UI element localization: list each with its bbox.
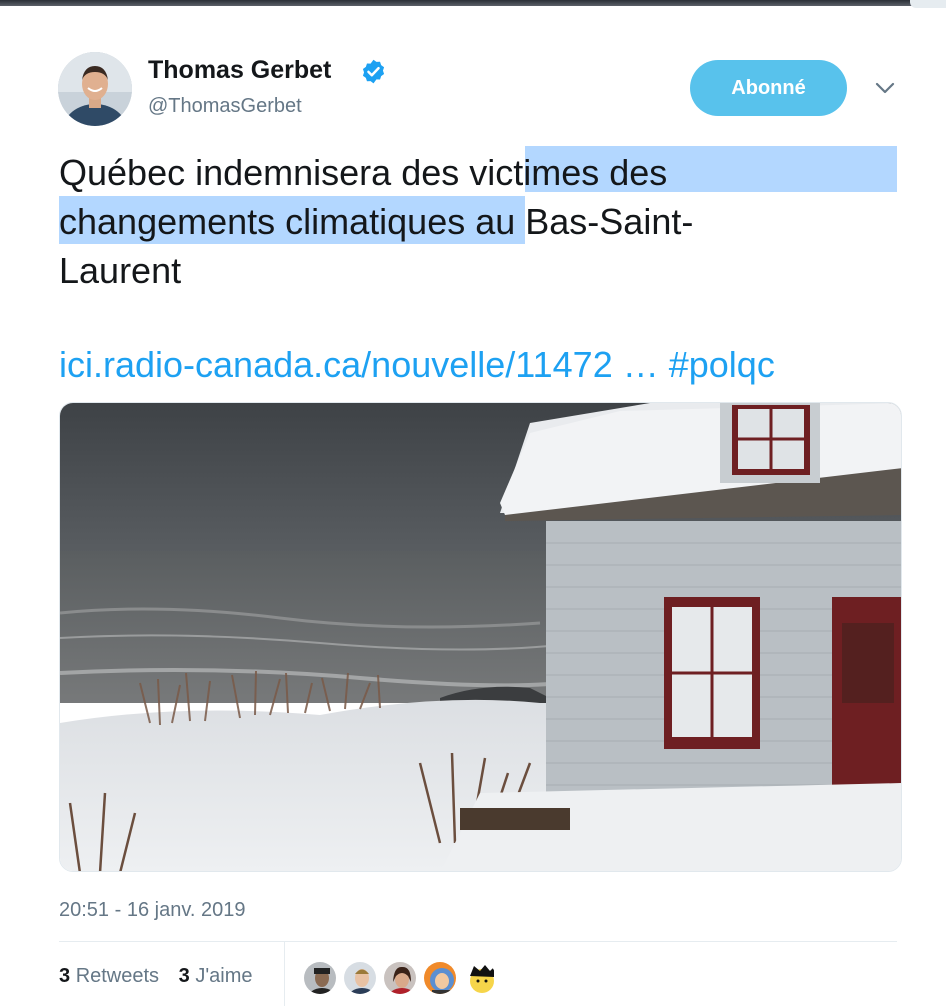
liker-avatar[interactable]	[462, 960, 498, 996]
chevron-down-icon[interactable]	[874, 80, 896, 96]
liker-avatar[interactable]	[382, 960, 418, 996]
author-name[interactable]: Thomas Gerbet	[148, 56, 331, 85]
tweet-card: Thomas Gerbet @ThomasGerbet Abonné Québe…	[0, 6, 946, 1006]
retweets-label: Retweets	[75, 965, 160, 987]
retweets-count: 3	[59, 965, 71, 987]
tweet-stats: 3 Retweets 3 J'aime	[59, 965, 266, 988]
tweet-photo[interactable]	[59, 402, 902, 872]
hashtag-link[interactable]: #polqc	[669, 344, 775, 385]
liker-avatar[interactable]	[342, 960, 378, 996]
divider	[59, 941, 897, 942]
verified-badge-icon	[360, 58, 387, 85]
likes-stat[interactable]: 3 J'aime	[179, 965, 253, 988]
liker-avatar[interactable]	[422, 960, 458, 996]
tweet-links: ici.radio-canada.ca/nouvelle/11472 … #po…	[59, 344, 775, 386]
tweet-text-selected: victimes des	[469, 152, 668, 193]
likes-label: J'aime	[195, 965, 253, 987]
tweet-timestamp[interactable]: 20:51 - 16 janv. 2019	[59, 899, 245, 922]
following-button[interactable]: Abonné	[690, 60, 847, 116]
tweet-text-segment: Québec indemnisera des	[59, 152, 470, 193]
tweet-text-segment: Laurent	[59, 250, 182, 291]
stats-divider	[284, 942, 285, 1006]
tweet-text-segment: au Bas-Saint-	[465, 201, 694, 242]
article-link[interactable]: ici.radio-canada.ca/nouvelle/11472 …	[59, 344, 659, 385]
tweet-text-selected: changements climatiques	[59, 201, 466, 242]
author-handle[interactable]: @ThomasGerbet	[148, 95, 302, 118]
likes-count: 3	[178, 965, 190, 987]
author-avatar[interactable]	[58, 52, 132, 126]
liker-avatar[interactable]	[302, 960, 338, 996]
retweets-stat[interactable]: 3 Retweets	[59, 965, 159, 988]
